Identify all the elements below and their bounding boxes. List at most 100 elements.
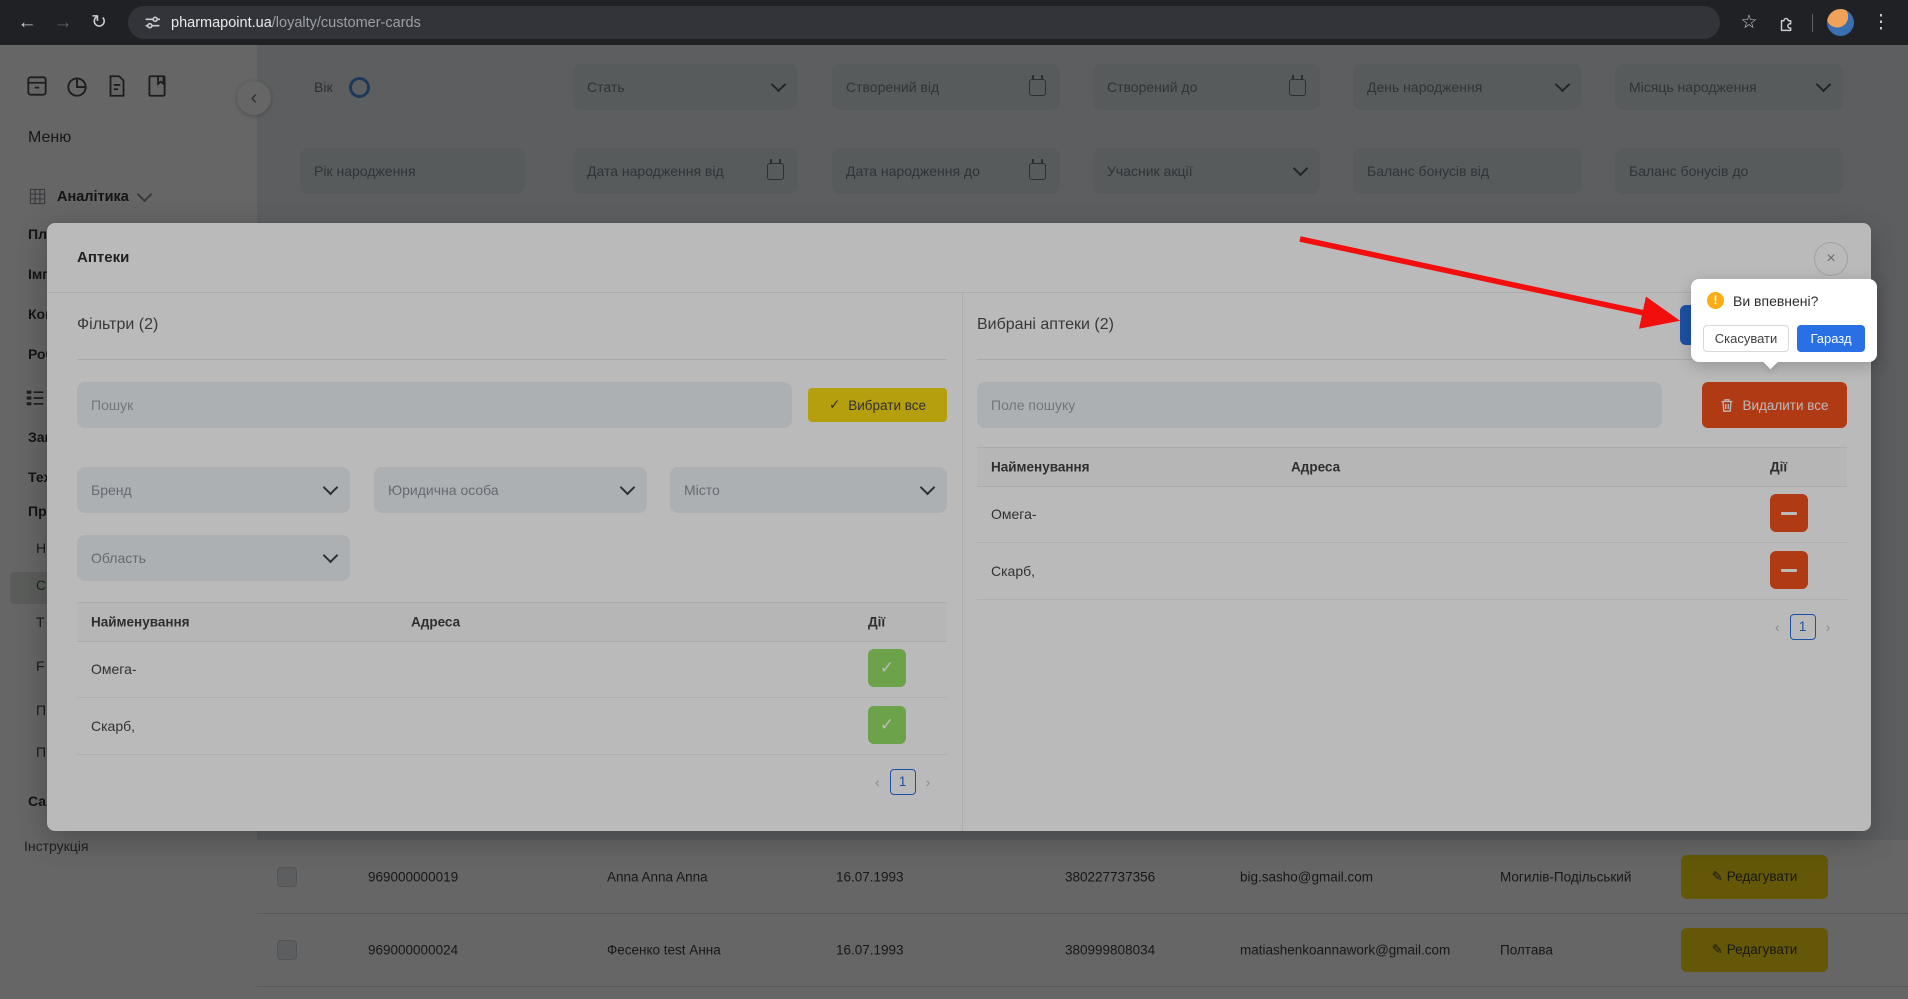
modal-title: Аптеки bbox=[77, 249, 129, 266]
selected-search-input[interactable] bbox=[977, 382, 1662, 428]
minus-icon bbox=[1781, 569, 1797, 572]
chevron-down-icon bbox=[1816, 77, 1832, 93]
prev-page-icon[interactable]: ‹ bbox=[875, 774, 880, 790]
sidebar-item-instruction[interactable]: Інструкція bbox=[24, 838, 89, 854]
edit-button[interactable]: ✎ Редагувати bbox=[1681, 928, 1828, 972]
chevron-down-icon bbox=[920, 480, 936, 496]
filter-promo-participant[interactable]: Учасник акції bbox=[1093, 148, 1320, 194]
filter-bonus-to[interactable]: Баланс бонусів до bbox=[1615, 148, 1843, 194]
remove-pharmacy-button[interactable] bbox=[1770, 551, 1808, 589]
pharmacy-row: Скарб, ✓ bbox=[77, 697, 947, 755]
sidebar-subitem[interactable]: П bbox=[36, 744, 46, 760]
add-pharmacy-button[interactable]: ✓ bbox=[868, 649, 906, 687]
filter-birth-day[interactable]: День народження bbox=[1353, 64, 1582, 110]
pharmacy-name: Скарб, bbox=[991, 563, 1035, 579]
calendar-icon bbox=[767, 163, 784, 180]
select-all-button[interactable]: ✓ Вибрати все bbox=[808, 388, 947, 422]
row-checkbox[interactable] bbox=[277, 940, 297, 960]
pharmacy-search-input[interactable] bbox=[77, 382, 792, 428]
divider bbox=[77, 359, 947, 360]
filter-birth-year[interactable]: Рік народження bbox=[300, 148, 525, 194]
check-icon: ✓ bbox=[829, 397, 840, 413]
filter-created-from[interactable]: Створений від bbox=[832, 64, 1060, 110]
calendar-icon bbox=[1289, 79, 1306, 96]
page-number[interactable]: 1 bbox=[1790, 614, 1816, 640]
filter-age[interactable]: Вік bbox=[300, 64, 525, 110]
address-bar[interactable]: pharmapoint.ua/loyalty/customer-cards bbox=[128, 6, 1720, 39]
customers-table: 969000000019 Anna Anna Anna 16.07.1993 3… bbox=[257, 840, 1908, 999]
screen: ← → ↻ pharmapoint.ua/loyalty/customer-ca… bbox=[0, 0, 1908, 999]
list-icon[interactable] bbox=[24, 387, 46, 409]
browser-menu-icon[interactable]: ⋮ bbox=[1868, 11, 1894, 34]
selected-heading: Вибрані аптеки (2) bbox=[977, 316, 1114, 334]
city-dropdown[interactable]: Місто bbox=[670, 467, 947, 513]
sidebar-subitem[interactable]: Н bbox=[36, 540, 46, 556]
url-text: pharmapoint.ua/loyalty/customer-cards bbox=[171, 15, 421, 31]
pharmacies-modal: Аптеки × Фільтри (2) ✓ Вибрати все Бренд… bbox=[47, 223, 1871, 831]
document-icon[interactable] bbox=[104, 73, 130, 99]
chevron-down-icon bbox=[1555, 77, 1571, 93]
confirm-question: Ви впевнені? bbox=[1733, 293, 1818, 309]
sidebar-subitem[interactable]: Т bbox=[36, 614, 45, 630]
birth-date: 16.07.1993 bbox=[836, 869, 904, 884]
email: big.sasho@gmail.com bbox=[1240, 869, 1373, 884]
remove-pharmacy-button[interactable] bbox=[1770, 494, 1808, 532]
delete-all-button[interactable]: Видалити все bbox=[1702, 382, 1847, 428]
page-number[interactable]: 1 bbox=[890, 769, 916, 795]
add-pharmacy-button[interactable]: ✓ bbox=[868, 706, 906, 744]
filter-birth-month[interactable]: Місяць народження bbox=[1615, 64, 1843, 110]
customer-name: Anna Anna Anna bbox=[607, 869, 708, 884]
legal-entity-dropdown[interactable]: Юридична особа bbox=[374, 467, 647, 513]
region-dropdown[interactable]: Область bbox=[77, 535, 350, 581]
selected-pharmacy-row: Скарб, bbox=[977, 542, 1847, 600]
card-number: 969000000024 bbox=[368, 942, 458, 957]
sidebar-item-analytics[interactable]: Аналітика bbox=[28, 187, 150, 206]
pie-chart-icon[interactable] bbox=[64, 73, 90, 99]
extensions-icon[interactable] bbox=[1776, 12, 1798, 34]
book-icon[interactable] bbox=[144, 73, 170, 99]
city: Полтава bbox=[1500, 942, 1553, 957]
close-icon[interactable]: × bbox=[1814, 242, 1848, 276]
filter-birthdate-to[interactable]: Дата народження до bbox=[832, 148, 1060, 194]
row-checkbox[interactable] bbox=[277, 867, 297, 887]
card-number: 969000000019 bbox=[368, 869, 458, 884]
back-icon[interactable]: ← bbox=[14, 12, 40, 34]
sidebar-top-icons bbox=[24, 73, 170, 99]
cancel-button[interactable]: Скасувати bbox=[1703, 325, 1789, 352]
check-icon: ✓ bbox=[880, 658, 894, 677]
sidebar-menu-title: Меню bbox=[28, 129, 71, 147]
sidebar-subitem-active[interactable]: С bbox=[36, 577, 46, 593]
warning-icon: ! bbox=[1707, 292, 1724, 309]
sidebar-collapse-button[interactable]: ‹ bbox=[237, 81, 271, 115]
reload-icon[interactable]: ↻ bbox=[86, 11, 112, 34]
sidebar-subitem[interactable]: П bbox=[36, 702, 46, 718]
divider bbox=[1812, 14, 1813, 32]
forward-icon[interactable]: → bbox=[50, 12, 76, 34]
pharmacy-name: Омега- bbox=[991, 506, 1037, 522]
site-settings-icon[interactable] bbox=[144, 14, 161, 31]
brand-dropdown[interactable]: Бренд bbox=[77, 467, 350, 513]
profile-avatar[interactable] bbox=[1827, 9, 1854, 36]
filter-gender[interactable]: Стать bbox=[573, 64, 798, 110]
filter-created-to[interactable]: Створений до bbox=[1093, 64, 1320, 110]
next-page-icon[interactable]: › bbox=[1826, 619, 1831, 635]
sidebar-subitem[interactable]: F bbox=[36, 658, 45, 674]
archive-icon[interactable] bbox=[24, 73, 50, 99]
edit-button[interactable]: ✎ Редагувати bbox=[1681, 855, 1828, 899]
browser-actions: ☆ ⋮ bbox=[1736, 9, 1894, 36]
chevron-down-icon bbox=[323, 480, 339, 496]
next-page-icon[interactable]: › bbox=[926, 774, 931, 790]
pagination: ‹ 1 › bbox=[1775, 614, 1830, 640]
prev-page-icon[interactable]: ‹ bbox=[1775, 619, 1780, 635]
filter-bonus-from[interactable]: Баланс бонусів від bbox=[1353, 148, 1582, 194]
ok-button[interactable]: Гаразд bbox=[1797, 325, 1865, 352]
column-divider bbox=[962, 292, 963, 831]
phone: 380999808034 bbox=[1065, 942, 1155, 957]
minus-icon bbox=[1781, 512, 1797, 515]
filters-heading: Фільтри (2) bbox=[77, 316, 158, 334]
page: Меню Аналітика Пла Імп Кон Роб Зам Тех П… bbox=[0, 45, 1908, 999]
bookmark-star-icon[interactable]: ☆ bbox=[1736, 11, 1762, 34]
url-path: /loyalty/customer-cards bbox=[272, 15, 421, 31]
filter-birthdate-from[interactable]: Дата народження від bbox=[573, 148, 798, 194]
trash-icon bbox=[1720, 398, 1734, 413]
